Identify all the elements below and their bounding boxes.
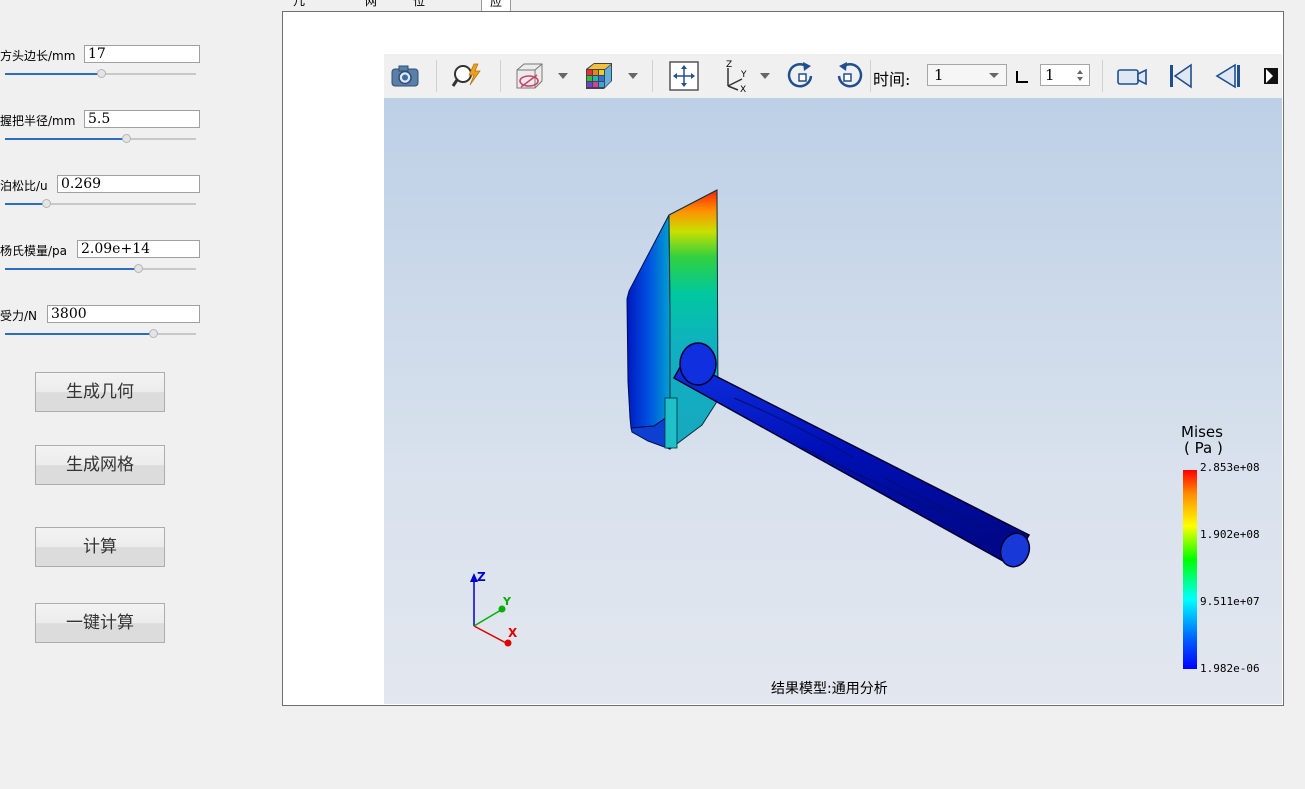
axis-z-label: Z	[477, 570, 486, 584]
record-video-icon[interactable]	[1115, 59, 1149, 93]
rotate-ccw-icon[interactable]	[832, 59, 866, 93]
rotate-cw-icon[interactable]	[784, 59, 818, 93]
legend-min-value: 1.982e-06	[1200, 662, 1260, 675]
grip-radius-input[interactable]: 5.5	[84, 110, 200, 128]
force-slider[interactable]	[5, 328, 196, 340]
step-value: 1	[1045, 66, 1055, 84]
chevron-down-icon	[989, 73, 999, 78]
first-frame-icon[interactable]	[1164, 59, 1198, 93]
view-toolbar: ZYX 时间: 1 1	[384, 54, 1282, 98]
result-model-caption: 结果模型:通用分析	[771, 681, 888, 697]
tab-stress[interactable]: 应力云图1	[481, 0, 512, 81]
slider-handle[interactable]	[148, 329, 158, 338]
tab-geometry[interactable]: 几何结构	[285, 0, 313, 62]
slider-handle[interactable]	[133, 264, 143, 273]
result-view-frame: ZYX 时间: 1 1 Z Y X Mises (Pa) 2.853e+08…	[282, 11, 1284, 706]
next-frame-icon[interactable]	[1260, 59, 1282, 93]
zoom-highlight-icon[interactable]	[450, 59, 484, 93]
slider-handle[interactable]	[42, 199, 52, 208]
legend-value-2: 1.902e+08	[1200, 528, 1260, 541]
tab-mesh[interactable]: 网格	[357, 0, 385, 26]
slider-handle[interactable]	[97, 69, 107, 78]
time-value: 1	[934, 66, 944, 84]
svg-text:Y: Y	[740, 70, 747, 80]
poisson-slider[interactable]	[5, 198, 196, 210]
param-label-force: 受力/N	[0, 309, 38, 323]
youngs-modulus-input[interactable]: 2.09e+14	[77, 240, 200, 258]
spin-up-icon[interactable]	[1077, 70, 1083, 74]
color-cube-icon[interactable]	[582, 59, 616, 93]
3d-viewport[interactable]: Z Y X Mises ( Pa ) 2.853e+08 1.902e+08 9…	[384, 98, 1282, 704]
legend-unit: ( Pa )	[1184, 439, 1223, 457]
youngs-modulus-slider[interactable]	[5, 263, 196, 275]
generate-mesh-button[interactable]: 生成网格	[35, 445, 165, 485]
time-select[interactable]: 1	[927, 64, 1007, 86]
one-click-compute-button[interactable]: 一键计算	[35, 603, 165, 643]
svg-text:Z: Z	[726, 60, 732, 70]
legend-max-value: 2.853e+08	[1200, 461, 1260, 474]
fit-view-icon[interactable]	[667, 59, 701, 93]
legend-color-bar	[1183, 470, 1197, 669]
slider-fill	[5, 138, 128, 140]
compute-button[interactable]: 计算	[35, 527, 165, 567]
step-spinbox[interactable]: 1	[1040, 64, 1090, 86]
step-marker-icon[interactable]	[1016, 71, 1028, 83]
param-label-poisson: 泊松比/u	[0, 179, 48, 193]
slider-fill	[5, 203, 48, 205]
param-label-grip-radius: 握把半径/mm	[0, 114, 76, 128]
grip-radius-slider[interactable]	[5, 133, 196, 145]
head-side-slider[interactable]	[5, 68, 196, 80]
hidden-line-icon[interactable]	[512, 59, 546, 93]
axes-orientation-icon[interactable]: ZYX	[718, 59, 752, 93]
axis-x-label: X	[508, 626, 518, 640]
param-label-head-side: 方头边长/mm	[0, 49, 76, 63]
generate-geometry-button[interactable]: 生成几何	[35, 372, 165, 412]
svg-text:X: X	[740, 85, 746, 93]
camera-icon[interactable]	[388, 59, 422, 93]
tab-displacement[interactable]: 位移云图1	[405, 0, 433, 80]
axes-triad: Z Y X	[470, 570, 518, 647]
spin-down-icon[interactable]	[1077, 77, 1083, 81]
legend-value-3: 9.511e+07	[1200, 595, 1260, 608]
head-side-input[interactable]: 17	[84, 45, 200, 63]
force-input[interactable]: 3800	[47, 305, 200, 323]
slider-fill	[5, 73, 103, 75]
slider-handle[interactable]	[122, 134, 132, 143]
prev-frame-icon[interactable]	[1210, 59, 1244, 93]
stress-contour-model: Z Y X	[470, 189, 1031, 647]
param-label-youngs: 杨氏模量/pa	[0, 244, 68, 258]
slider-fill	[5, 333, 154, 335]
axis-y-label: Y	[502, 595, 512, 608]
time-label: 时间:	[873, 70, 911, 89]
poisson-input[interactable]: 0.269	[57, 175, 200, 193]
slider-fill	[5, 268, 139, 270]
